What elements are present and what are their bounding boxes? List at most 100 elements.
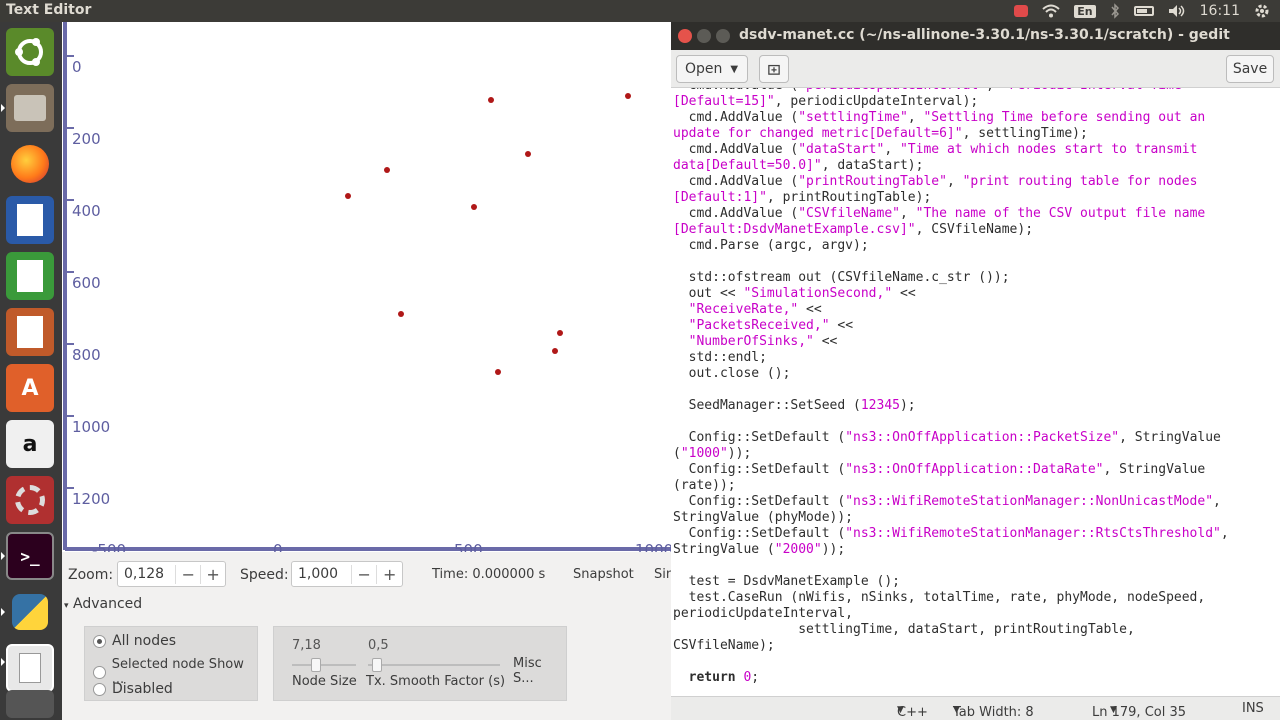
smooth-knob[interactable] bbox=[372, 658, 382, 672]
software-icon[interactable]: A bbox=[6, 364, 54, 412]
trash-icon[interactable] bbox=[6, 690, 54, 718]
top-panel: Text Editor En 16:11 bbox=[0, 0, 1280, 22]
triangle-down-icon: ▾ bbox=[64, 601, 69, 611]
impress-icon[interactable] bbox=[6, 308, 54, 356]
chevron-down-icon: ▼ bbox=[1110, 705, 1117, 715]
node-size-knob[interactable] bbox=[311, 658, 321, 672]
code-line: Config::SetDefault ("ns3::OnOffApplicati… bbox=[673, 462, 1206, 477]
node-marker[interactable] bbox=[525, 151, 531, 157]
code-line: "PacketsReceived," << bbox=[688, 318, 854, 333]
volume-icon[interactable] bbox=[1168, 4, 1186, 18]
radio-dot bbox=[93, 665, 106, 679]
settings-icon[interactable] bbox=[6, 476, 54, 524]
code-line: cmd.Parse (argc, argv); bbox=[673, 238, 869, 253]
code-line: "NumberOfSinks," << bbox=[688, 334, 838, 349]
clock[interactable]: 16:11 bbox=[1200, 3, 1240, 19]
radio-disabled[interactable]: Disabled bbox=[93, 681, 173, 697]
code-line: Config::SetDefault ("ns3::WifiRemoteStat… bbox=[673, 526, 1229, 541]
code-line: StringValue ("2000")); bbox=[673, 542, 846, 557]
node-marker[interactable] bbox=[488, 97, 494, 103]
node-marker[interactable] bbox=[471, 204, 477, 210]
smooth-slider[interactable] bbox=[368, 664, 500, 666]
editor-scrollbar[interactable] bbox=[1274, 88, 1280, 686]
open-label: Open bbox=[685, 61, 723, 77]
y-tick-label: 400 bbox=[72, 202, 101, 220]
python-icon[interactable] bbox=[6, 588, 54, 636]
misc-label: Misc S... bbox=[513, 656, 542, 686]
save-button[interactable]: Save bbox=[1226, 55, 1274, 83]
code-editor[interactable]: cmd.AddValue ("periodicUpdateInterval", … bbox=[671, 88, 1274, 686]
calc-icon[interactable] bbox=[6, 252, 54, 300]
node-marker[interactable] bbox=[625, 93, 631, 99]
bluetooth-icon[interactable] bbox=[1110, 3, 1120, 19]
code-line: ("1000")); bbox=[673, 446, 752, 461]
snapshot-button[interactable]: Snapshot bbox=[573, 567, 634, 582]
settings-gear-icon[interactable] bbox=[1254, 3, 1270, 19]
speed-minus-button[interactable]: − bbox=[350, 564, 377, 584]
speed-label: Speed: bbox=[240, 567, 289, 583]
battery-icon[interactable] bbox=[1133, 6, 1154, 16]
x-tick-label: 0 bbox=[273, 541, 283, 552]
ubuntu-dash-icon[interactable] bbox=[6, 28, 54, 76]
terminal-icon[interactable]: >_ bbox=[6, 532, 54, 580]
node-marker[interactable] bbox=[384, 167, 390, 173]
record-icon[interactable] bbox=[1014, 5, 1029, 17]
maximize-window-icon[interactable] bbox=[716, 29, 730, 43]
zoom-value: 0,128 bbox=[124, 566, 165, 582]
netanim-window: 0 200 400 600 800 1000 1200 -500 0 500 1000 Zoom:… bbox=[62, 22, 674, 720]
wifi-icon[interactable] bbox=[1042, 4, 1060, 18]
node-marker[interactable] bbox=[557, 330, 563, 336]
code-line: out.close (); bbox=[673, 366, 791, 381]
code-line: update for changed metric[Default=6]", s… bbox=[673, 126, 1088, 141]
speed-value: 1,000 bbox=[298, 566, 339, 582]
insert-mode-label: INS bbox=[1242, 701, 1264, 716]
code-line: [Default:DsdvManetExample.csv]", CSVfile… bbox=[673, 222, 1034, 237]
gedit-titlebar: dsdv-manet.cc (~/ns-allinone-3.30.1/ns-3… bbox=[671, 22, 1280, 50]
node-marker[interactable] bbox=[552, 348, 558, 354]
writer-icon[interactable] bbox=[6, 196, 54, 244]
tab-width-label: Tab Width: 8 bbox=[953, 705, 1034, 720]
advanced-expander[interactable]: ▾ Advanced bbox=[64, 596, 142, 612]
code-line: settlingTime, dataStart, printRoutingTab… bbox=[673, 622, 1135, 637]
x-tick-label: 500 bbox=[454, 541, 483, 552]
radio-disabled-label: Disabled bbox=[112, 681, 173, 697]
node-marker[interactable] bbox=[398, 311, 404, 317]
radio-all-nodes[interactable]: All nodes bbox=[93, 633, 176, 649]
text-editor-icon[interactable] bbox=[6, 644, 54, 692]
chevron-down-icon: ▼ bbox=[897, 705, 904, 715]
node-size-slider[interactable] bbox=[292, 664, 356, 666]
zoom-minus-button[interactable]: − bbox=[175, 564, 200, 584]
running-indicator bbox=[1, 552, 5, 560]
radio-dot bbox=[93, 634, 106, 648]
x-tick-label: -500 bbox=[92, 541, 126, 552]
files-icon[interactable] bbox=[6, 84, 54, 132]
y-tick-label: 0 bbox=[72, 58, 82, 76]
chevron-down-icon: ▼ bbox=[730, 63, 739, 75]
amazon-icon[interactable]: a bbox=[6, 420, 54, 468]
node-marker[interactable] bbox=[495, 369, 501, 375]
chevron-down-icon: ▼ bbox=[953, 705, 960, 715]
gedit-toolbar: Open ▼ Save bbox=[671, 50, 1280, 88]
save-label: Save bbox=[1232, 61, 1268, 77]
advanced-label: Advanced bbox=[72, 596, 143, 612]
minimize-window-icon[interactable] bbox=[697, 29, 711, 43]
zoom-plus-button[interactable]: + bbox=[200, 564, 225, 584]
node-marker[interactable] bbox=[345, 193, 351, 199]
cursor-position-label: Ln 179, Col 35 bbox=[1092, 705, 1187, 720]
code-line: SeedManager::SetSeed (12345); bbox=[673, 398, 916, 413]
zoom-spinbox[interactable]: 0,128 − + bbox=[117, 561, 226, 587]
open-button[interactable]: Open ▼ bbox=[676, 55, 748, 83]
node-size-value: 7,18 bbox=[292, 638, 321, 653]
new-tab-button[interactable] bbox=[759, 55, 789, 83]
keyboard-lang-icon[interactable]: En bbox=[1074, 4, 1096, 18]
firefox-icon[interactable] bbox=[6, 140, 54, 188]
code-line: CSVfileName); bbox=[673, 638, 775, 653]
smooth-label: Tx. Smooth Factor (s) bbox=[366, 674, 506, 689]
speed-spinbox[interactable]: 1,000 − + bbox=[291, 561, 403, 587]
close-window-icon[interactable] bbox=[678, 29, 692, 43]
new-document-icon bbox=[768, 64, 780, 75]
speed-plus-button[interactable]: + bbox=[376, 564, 402, 584]
scene-canvas[interactable]: 0 200 400 600 800 1000 1200 -500 0 500 1000 bbox=[62, 22, 671, 552]
